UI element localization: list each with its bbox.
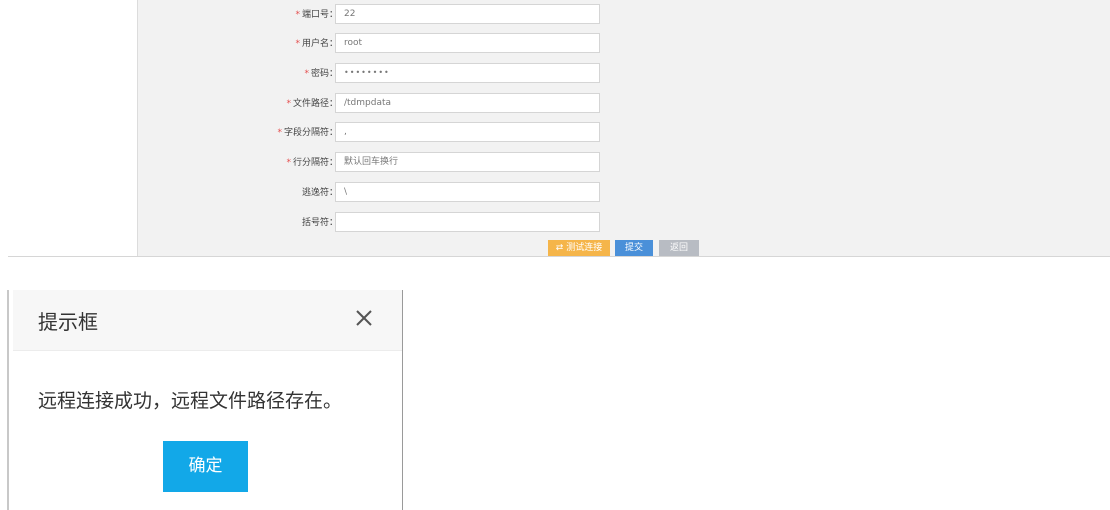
dialog-title: 提示框 [38,310,98,334]
password-input[interactable]: •••••••• [335,63,600,83]
password-label: * 密码： [304,69,338,79]
port-label: * 端口号： [295,10,338,20]
dialog-header: 提示框 [13,290,402,351]
required-mark: * [304,69,309,79]
port-input[interactable]: 22 [335,4,600,24]
test-connection-button[interactable]: ⇄ 测试连接 [548,240,610,256]
form-row-line-separator: * 行分隔符： 默认回车换行 [138,152,608,172]
submit-button[interactable]: 提交 [615,240,653,256]
form-row-username: * 用户名： root [138,33,608,53]
ok-button[interactable]: 确定 [163,441,248,492]
alert-dialog: 提示框 远程连接成功，远程文件路径存在。 确定 [13,290,403,510]
username-label: * 用户名： [295,39,338,49]
required-mark: * [286,99,291,109]
page: * 端口号： 22 * 用户名： root * 密码： •••••••• * 文件路径：… [0,0,1110,510]
form-row-port: * 端口号： 22 [138,4,608,24]
file-path-input[interactable]: /tdmpdata [335,93,600,113]
field-separator-input[interactable]: , [335,122,600,142]
file-path-label: * 文件路径： [286,99,338,109]
page-divider [8,256,1110,257]
escape-char-label: 逃逸符： [301,188,338,198]
quote-char-label: 括号符： [301,218,338,228]
escape-char-input[interactable]: \ [335,182,600,202]
form-row-password: * 密码： •••••••• [138,63,608,83]
required-mark: * [295,10,300,20]
close-icon-glyph [356,310,372,326]
quote-char-input[interactable] [335,212,600,232]
connection-form-panel: * 端口号： 22 * 用户名： root * 密码： •••••••• * 文件路径：… [137,0,1110,256]
field-separator-label: * 字段分隔符： [277,128,338,138]
required-mark: * [286,158,291,168]
form-row-escape-char: 逃逸符： \ [138,182,608,202]
form-row-file-path: * 文件路径： /tdmpdata [138,93,608,113]
close-icon[interactable] [353,307,375,329]
required-mark: * [295,39,300,49]
form-row-quote-char: 括号符： [138,212,608,232]
line-separator-label: * 行分隔符： [286,158,338,168]
dialog-message: 远程连接成功，远程文件路径存在。 [38,390,343,412]
username-input[interactable]: root [335,33,600,53]
line-separator-input[interactable]: 默认回车换行 [335,152,600,172]
dialog-left-edge [7,290,9,510]
required-mark: * [277,128,282,138]
form-row-field-separator: * 字段分隔符： , [138,122,608,142]
back-button[interactable]: 返回 [659,240,699,256]
